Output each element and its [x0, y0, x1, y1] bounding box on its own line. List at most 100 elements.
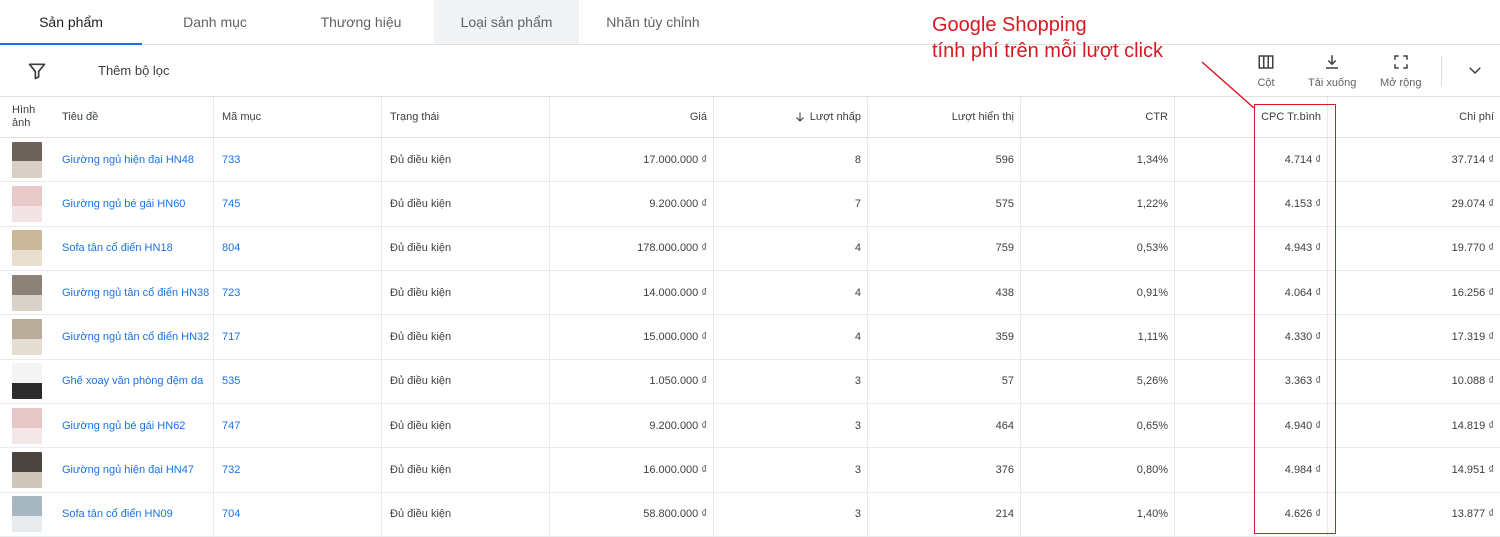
item-id-link[interactable]: 723: [214, 271, 382, 315]
header-impressions[interactable]: Lượt hiển thị: [868, 97, 1021, 137]
product-title-link[interactable]: Ghế xoay văn phòng đệm da: [56, 359, 214, 404]
products-table: Hình ảnh Tiêu đề Mã mục Trạng thái Giá L…: [0, 97, 1500, 537]
add-filter-button[interactable]: Thêm bộ lọc: [98, 63, 170, 78]
table-row[interactable]: Giường ngủ hiện đại HN47 732 Đủ điều kiệ…: [0, 448, 1500, 493]
impressions-value: 575: [868, 182, 1021, 226]
product-title-link[interactable]: Sofa tân cổ điển HN09: [56, 492, 214, 537]
header-price[interactable]: Giá: [550, 97, 714, 137]
ctr-value: 1,40%: [1021, 492, 1175, 537]
table-row[interactable]: Sofa tân cổ điển HN09 704 Đủ điều kiện 5…: [0, 492, 1500, 537]
product-image-cell: [0, 271, 56, 314]
price-value: 178.000.000 ₫: [550, 226, 714, 271]
table-row[interactable]: Giường ngủ hiện đại HN48 733 Đủ điều kiệ…: [0, 138, 1500, 183]
ctr-value: 5,26%: [1021, 359, 1175, 404]
product-image-cell: [0, 138, 56, 181]
item-id-link[interactable]: 733: [214, 138, 382, 182]
ctr-value: 1,22%: [1021, 182, 1175, 226]
table-row[interactable]: Giường ngủ bé gái HN60 745 Đủ điều kiện …: [0, 182, 1500, 227]
header-item-id[interactable]: Mã mục: [214, 97, 382, 137]
tab-product-types[interactable]: Loại sản phẩm: [434, 0, 579, 44]
header-image[interactable]: Hình ảnh: [0, 97, 56, 137]
product-thumbnail[interactable]: [12, 452, 42, 489]
columns-button[interactable]: Cột: [1257, 53, 1275, 89]
status-value: Đủ điều kiện: [382, 359, 550, 404]
chevron-down-icon[interactable]: [1466, 61, 1484, 79]
filter-icon[interactable]: [27, 61, 47, 81]
item-id-link[interactable]: 535: [214, 359, 382, 404]
table-body: Giường ngủ hiện đại HN48 733 Đủ điều kiệ…: [0, 138, 1500, 537]
product-image-cell: [0, 404, 56, 447]
tab-products[interactable]: Sản phẩm: [0, 0, 142, 45]
header-ctr[interactable]: CTR: [1021, 97, 1175, 137]
product-image-cell: [0, 315, 56, 358]
status-value: Đủ điều kiện: [382, 492, 550, 537]
product-image-cell: [0, 227, 56, 270]
status-value: Đủ điều kiện: [382, 315, 550, 359]
clicks-value: 8: [714, 138, 868, 182]
clicks-value: 4: [714, 315, 868, 359]
header-title[interactable]: Tiêu đề: [56, 97, 214, 137]
cost-value: 29.074 ₫: [1451, 198, 1494, 211]
download-button[interactable]: Tải xuống: [1308, 53, 1356, 89]
fullscreen-icon: [1393, 55, 1408, 69]
table-row[interactable]: Giường ngủ bé gái HN62 747 Đủ điều kiện …: [0, 404, 1500, 449]
item-id-link[interactable]: 704: [214, 492, 382, 537]
tab-custom-labels[interactable]: Nhãn tùy chỉnh: [579, 0, 727, 44]
expand-button[interactable]: Mở rộng: [1380, 53, 1421, 89]
ctr-value: 0,91%: [1021, 271, 1175, 315]
tab-label: Sản phẩm: [39, 14, 103, 30]
table-row[interactable]: Giường ngủ tân cổ điển HN38 723 Đủ điều …: [0, 271, 1500, 316]
impressions-value: 214: [868, 492, 1021, 537]
tab-label: Thương hiệu: [320, 14, 402, 30]
price-value: 17.000.000 ₫: [550, 138, 714, 182]
product-thumbnail[interactable]: [12, 363, 42, 400]
product-image-cell: [0, 182, 56, 225]
table-row[interactable]: Giường ngủ tân cổ điển HN32 717 Đủ điều …: [0, 315, 1500, 360]
expand-label: Mở rộng: [1380, 77, 1422, 89]
impressions-value: 376: [868, 448, 1021, 492]
product-title-link[interactable]: Sofa tân cổ điển HN18: [56, 226, 214, 271]
cost-value: 14.819 ₫: [1451, 419, 1494, 432]
annotation-text: Google Shopping tính phí trên mỗi lượt c…: [932, 12, 1163, 64]
impressions-value: 57: [868, 359, 1021, 404]
item-id-link[interactable]: 804: [214, 226, 382, 271]
item-id-link[interactable]: 745: [214, 182, 382, 226]
product-title-link[interactable]: Giường ngủ hiện đại HN47: [56, 448, 214, 492]
product-title-link[interactable]: Giường ngủ tân cổ điển HN32: [56, 315, 214, 359]
item-id-link[interactable]: 747: [214, 404, 382, 448]
download-icon: [1326, 55, 1339, 69]
tab-categories[interactable]: Danh mục: [142, 0, 288, 44]
product-thumbnail[interactable]: [12, 186, 42, 223]
clicks-value: 4: [714, 271, 868, 315]
price-value: 1.050.000 ₫: [550, 359, 714, 404]
product-thumbnail[interactable]: [12, 496, 42, 533]
cost-value: 10.088 ₫: [1451, 375, 1494, 388]
table-row[interactable]: Sofa tân cổ điển HN18 804 Đủ điều kiện 1…: [0, 226, 1500, 272]
product-thumbnail[interactable]: [12, 319, 42, 356]
ctr-value: 1,34%: [1021, 138, 1175, 182]
item-id-link[interactable]: 717: [214, 315, 382, 359]
status-value: Đủ điều kiện: [382, 182, 550, 226]
product-title-link[interactable]: Giường ngủ bé gái HN60: [56, 182, 214, 226]
product-thumbnail[interactable]: [12, 407, 42, 444]
header-avg-cpc[interactable]: CPC Tr.bình: [1175, 97, 1328, 137]
table-row[interactable]: Ghế xoay văn phòng đệm da 535 Đủ điều ki…: [0, 359, 1500, 405]
header-cost[interactable]: Chi phí: [1328, 97, 1500, 137]
clicks-value: 3: [714, 404, 868, 448]
product-title-link[interactable]: Giường ngủ bé gái HN62: [56, 404, 214, 448]
price-value: 58.800.000 ₫: [550, 492, 714, 537]
product-title-link[interactable]: Giường ngủ hiện đại HN48: [56, 138, 214, 182]
cost-value: 37.714 ₫: [1451, 153, 1494, 166]
header-status[interactable]: Trạng thái: [382, 97, 550, 137]
product-title-link[interactable]: Giường ngủ tân cổ điển HN38: [56, 271, 214, 315]
product-thumbnail[interactable]: [12, 274, 42, 311]
product-thumbnail[interactable]: [12, 141, 42, 178]
item-id-link[interactable]: 732: [214, 448, 382, 492]
header-clicks[interactable]: Lượt nhấp: [714, 97, 868, 137]
price-value: 9.200.000 ₫: [550, 182, 714, 226]
avg-cpc-value: 4.984 ₫: [1175, 448, 1328, 492]
avg-cpc-value: 4.064 ₫: [1175, 271, 1328, 315]
product-thumbnail[interactable]: [12, 230, 42, 267]
tab-label: Danh mục: [183, 14, 247, 30]
tab-brands[interactable]: Thương hiệu: [288, 0, 434, 44]
